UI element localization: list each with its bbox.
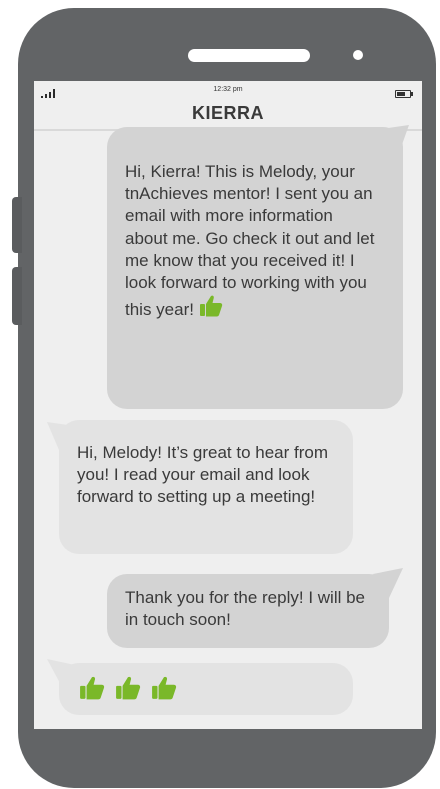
thumbs-up-icon	[79, 675, 105, 707]
bubble-tail	[381, 125, 409, 153]
contact-name: KIERRA	[191, 103, 264, 123]
message-bubble-sent: Thank you for the reply! I will be in to…	[107, 568, 403, 648]
message-bubble-received: Hi, Melody! It’s great to hear from you!…	[47, 420, 353, 554]
status-bar: 12:32 pm KIERRA	[34, 81, 422, 131]
thumbs-up-icon	[199, 294, 223, 324]
message-text: Hi, Melody! It’s great to hear from you!…	[77, 443, 329, 507]
front-camera	[353, 50, 363, 60]
bubble-tail	[47, 659, 75, 685]
battery-icon	[395, 90, 413, 98]
emoji-row	[79, 675, 177, 707]
thumbs-up-icon	[151, 675, 177, 707]
message-text: Thank you for the reply! I will be in to…	[125, 588, 366, 630]
speaker-grill	[188, 49, 310, 62]
thumbs-up-icon	[115, 675, 141, 707]
message-bubble-sent: Hi, Kierra! This is Melody, your tnAchie…	[107, 125, 409, 409]
bubble-tail	[373, 568, 403, 598]
message-bubble-received	[47, 659, 353, 715]
volume-down-button	[12, 267, 22, 325]
message-text: Hi, Kierra! This is Melody, your tnAchie…	[125, 162, 375, 320]
status-time: 12:32 pm	[213, 86, 243, 93]
volume-up-button	[12, 197, 22, 253]
phone-screen: 12:32 pm KIERRA Hi, Kierra! This is Melo…	[34, 81, 422, 729]
bubble-tail	[47, 422, 75, 450]
